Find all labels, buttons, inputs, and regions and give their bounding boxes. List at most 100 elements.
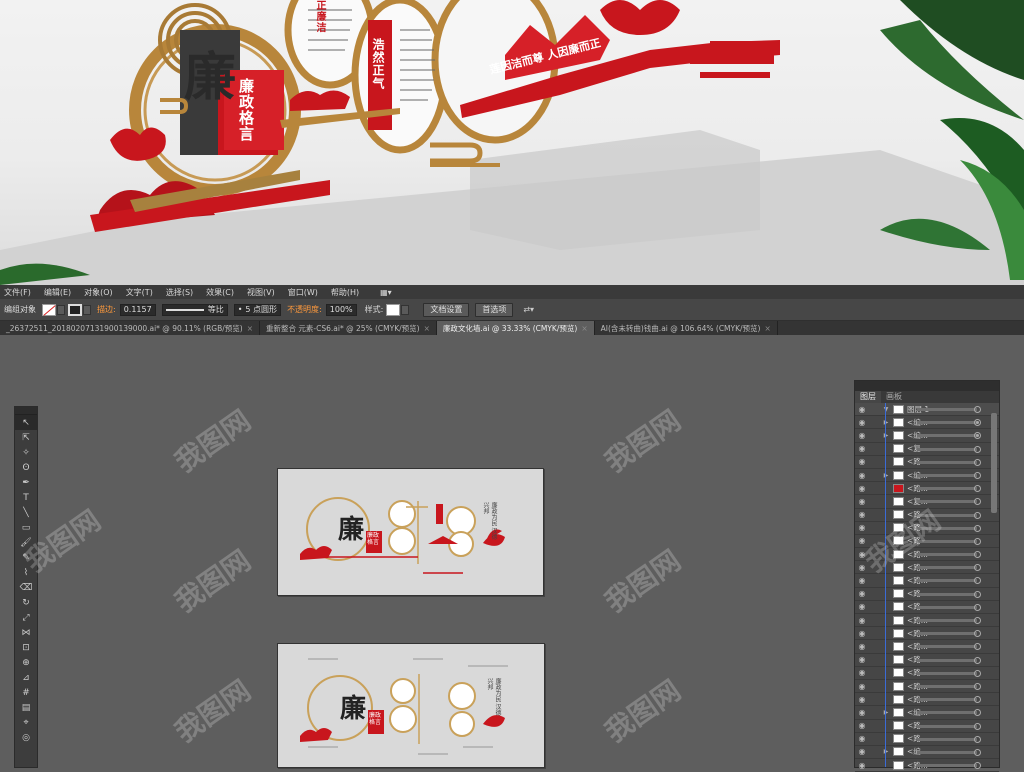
expand-triangle-icon[interactable]: ▶ xyxy=(879,709,893,716)
eyedropper-icon[interactable]: ⌖ xyxy=(15,715,37,730)
tools-panel-header[interactable] xyxy=(15,407,37,415)
fill-swatch[interactable] xyxy=(42,303,56,316)
expand-triangle-icon[interactable]: ▼ xyxy=(879,406,893,413)
visibility-eye-icon[interactable]: ◉ xyxy=(855,431,869,440)
visibility-eye-icon[interactable]: ◉ xyxy=(855,484,869,493)
expand-triangle-icon[interactable]: ▶ xyxy=(879,472,893,479)
document-setup-button[interactable]: 文档设置 xyxy=(423,302,470,317)
tab-artboards[interactable]: 画板 xyxy=(881,391,907,403)
layer-row[interactable]: ◉▼图层 1 xyxy=(855,403,999,417)
layer-row[interactable]: ◉<路... xyxy=(855,456,999,469)
menu-type[interactable]: 文字(T) xyxy=(126,287,153,298)
brush-definition[interactable]: • 5 点圆形 xyxy=(233,303,282,316)
width-icon[interactable]: ⋈ xyxy=(15,625,37,640)
visibility-eye-icon[interactable]: ◉ xyxy=(855,536,869,545)
layer-row[interactable]: ◉<路... xyxy=(855,522,999,535)
visibility-eye-icon[interactable]: ◉ xyxy=(855,682,869,691)
arrange-documents-icon[interactable]: ⇄▾ xyxy=(523,305,534,314)
layers-scrollbar[interactable] xyxy=(991,413,997,513)
layer-row[interactable]: ◉<路... xyxy=(855,509,999,522)
target-circle-icon[interactable] xyxy=(974,498,981,506)
target-circle-icon[interactable] xyxy=(974,735,981,743)
stroke-swatch[interactable] xyxy=(68,303,82,316)
rectangle-icon[interactable]: ▭ xyxy=(15,520,37,535)
target-circle-icon[interactable] xyxy=(974,709,981,717)
target-circle-icon[interactable] xyxy=(974,432,981,440)
visibility-eye-icon[interactable]: ◉ xyxy=(855,668,869,677)
visibility-eye-icon[interactable]: ◉ xyxy=(855,734,869,743)
document-tab[interactable]: 重新整合 元素-CS6.ai* @ 25% (CMYK/预览) × xyxy=(260,321,437,335)
visibility-eye-icon[interactable]: ◉ xyxy=(855,602,869,611)
target-circle-icon[interactable] xyxy=(974,406,981,413)
menu-object[interactable]: 对象(O) xyxy=(84,287,113,298)
layer-row[interactable]: ◉▶<编... xyxy=(855,416,999,430)
menu-view[interactable]: 视图(V) xyxy=(247,287,275,298)
tab-layers[interactable]: 图层 xyxy=(855,391,881,403)
target-circle-icon[interactable] xyxy=(974,630,981,638)
expand-triangle-icon[interactable]: ▶ xyxy=(879,748,893,755)
visibility-eye-icon[interactable]: ◉ xyxy=(855,721,869,730)
preferences-button[interactable]: 首选项 xyxy=(475,302,514,317)
layer-row[interactable]: ◉<复... xyxy=(855,443,999,456)
target-circle-icon[interactable] xyxy=(974,458,981,466)
document-tab-active[interactable]: 廉政文化墙.ai @ 33.33% (CMYK/预览) × xyxy=(436,321,595,335)
gradient-icon[interactable]: ▤ xyxy=(15,700,37,715)
layer-row[interactable]: ◉<路... xyxy=(855,614,999,628)
type-icon[interactable]: T xyxy=(15,490,37,505)
target-circle-icon[interactable] xyxy=(974,537,981,545)
layer-row[interactable]: ◉<路... xyxy=(855,654,999,667)
target-circle-icon[interactable] xyxy=(974,419,981,427)
visibility-eye-icon[interactable]: ◉ xyxy=(855,418,869,427)
visibility-eye-icon[interactable]: ◉ xyxy=(855,550,869,559)
visibility-eye-icon[interactable]: ◉ xyxy=(855,405,869,414)
blob-brush-icon[interactable]: ⌇ xyxy=(15,565,37,580)
menu-effect[interactable]: 效果(C) xyxy=(206,287,234,298)
perspective-icon[interactable]: ⊿ xyxy=(15,670,37,685)
visibility-eye-icon[interactable]: ◉ xyxy=(855,510,869,519)
layer-row[interactable]: ◉<路... xyxy=(855,561,999,575)
document-tab[interactable]: _26372511_20180207131900139000.ai* @ 90.… xyxy=(0,321,261,335)
brush-icon[interactable]: 🖌 xyxy=(15,535,37,550)
target-circle-icon[interactable] xyxy=(974,445,981,453)
layer-row[interactable]: ◉<路... xyxy=(855,601,999,614)
visibility-eye-icon[interactable]: ◉ xyxy=(855,589,869,598)
target-circle-icon[interactable] xyxy=(974,524,981,532)
layer-row[interactable]: ◉<路... xyxy=(855,667,999,680)
menu-window[interactable]: 窗口(W) xyxy=(288,287,318,298)
layer-row[interactable]: ◉<路... xyxy=(855,693,999,707)
mesh-icon[interactable]: # xyxy=(15,685,37,700)
blend-icon[interactable]: ◎ xyxy=(15,730,37,745)
target-circle-icon[interactable] xyxy=(974,485,981,493)
expand-triangle-icon[interactable]: ▶ xyxy=(879,419,893,426)
menu-edit[interactable]: 编辑(E) xyxy=(44,287,71,298)
layer-row[interactable]: ◉▶<编... xyxy=(855,469,999,483)
visibility-eye-icon[interactable]: ◉ xyxy=(855,708,869,717)
visibility-eye-icon[interactable]: ◉ xyxy=(855,523,869,532)
free-transform-icon[interactable]: ⊡ xyxy=(15,640,37,655)
layer-row[interactable]: ◉<路... xyxy=(855,535,999,549)
variable-width-profile[interactable]: 等比 xyxy=(161,303,228,316)
layer-row[interactable]: ◉▶<编... xyxy=(855,706,999,720)
target-circle-icon[interactable] xyxy=(974,603,981,611)
close-icon[interactable]: × xyxy=(581,324,587,333)
visibility-eye-icon[interactable]: ◉ xyxy=(855,642,869,651)
stroke-label[interactable]: 描边: xyxy=(97,304,116,315)
close-icon[interactable]: × xyxy=(764,324,770,333)
layer-row[interactable]: ◉▶<编... xyxy=(855,746,999,760)
visibility-eye-icon[interactable]: ◉ xyxy=(855,761,869,770)
target-circle-icon[interactable] xyxy=(974,551,981,559)
direct-selection-icon[interactable]: ⇱ xyxy=(15,430,37,445)
layers-panel-header[interactable] xyxy=(855,381,999,391)
visibility-eye-icon[interactable]: ◉ xyxy=(855,695,869,704)
fill-dropdown[interactable] xyxy=(57,304,65,315)
target-circle-icon[interactable] xyxy=(974,617,981,624)
workspace-switcher-icon[interactable]: ▦▾ xyxy=(380,288,392,297)
layer-row[interactable]: ◉<路... xyxy=(855,588,999,601)
target-circle-icon[interactable] xyxy=(974,643,981,651)
shape-builder-icon[interactable]: ⊕ xyxy=(15,655,37,670)
visibility-eye-icon[interactable]: ◉ xyxy=(855,655,869,664)
line-icon[interactable]: ╲ xyxy=(15,505,37,520)
target-circle-icon[interactable] xyxy=(974,590,981,598)
lasso-icon[interactable]: ʘ xyxy=(15,460,37,475)
selection-icon[interactable]: ↖ xyxy=(15,415,37,430)
